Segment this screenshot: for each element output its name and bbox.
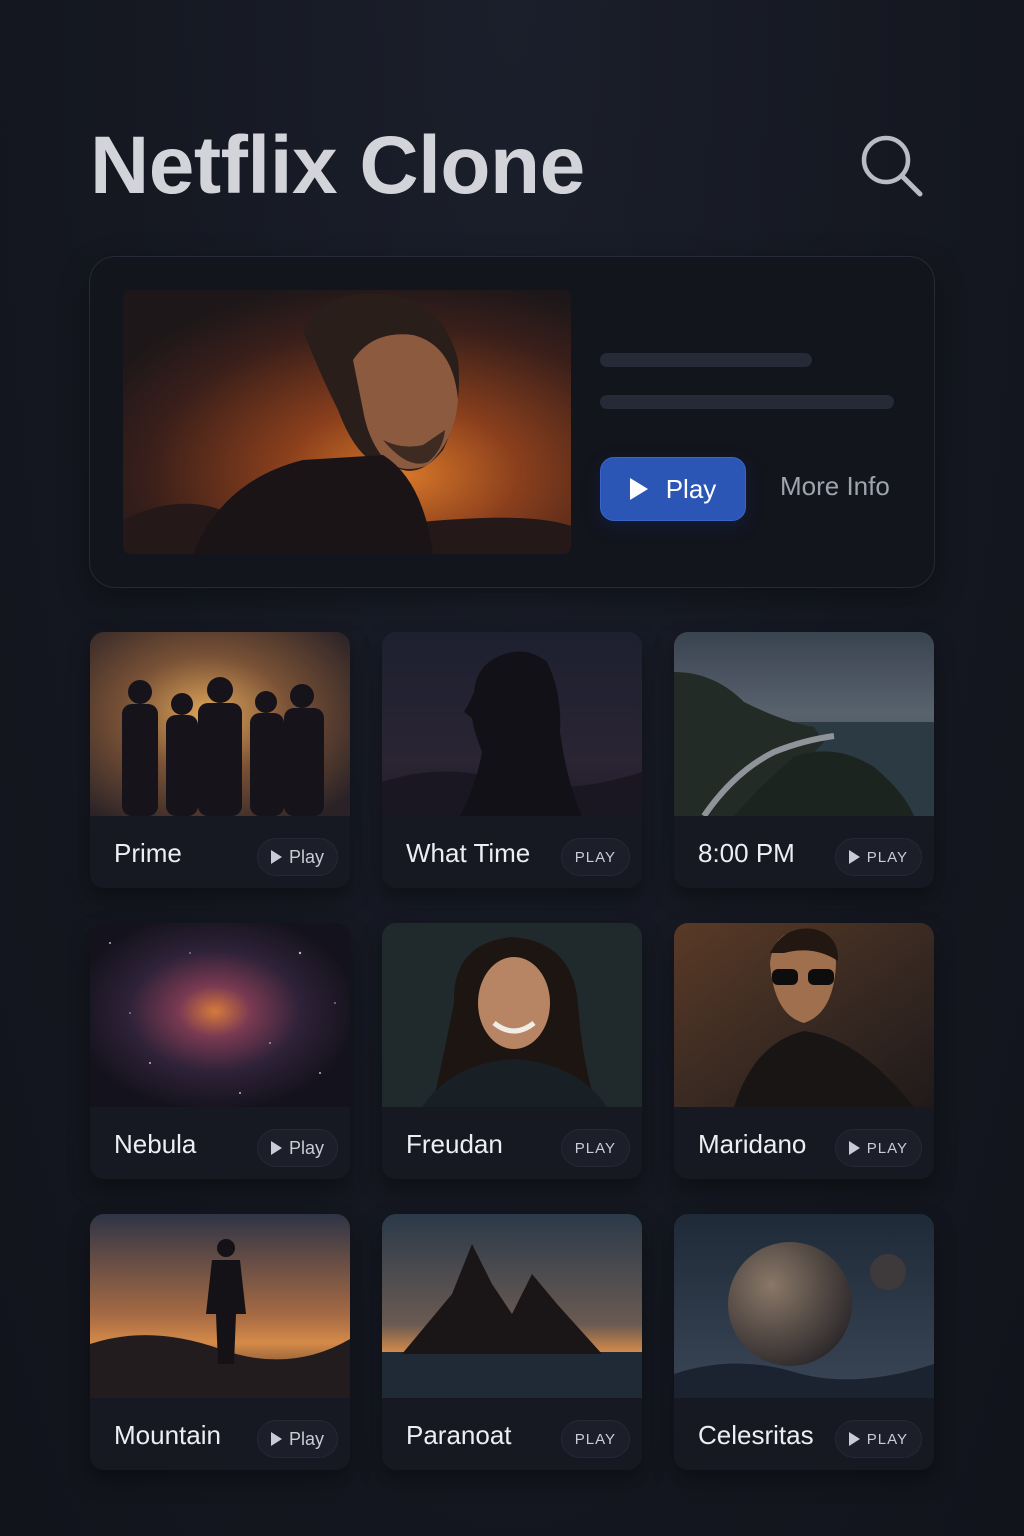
card-play-button[interactable]: Play xyxy=(256,838,338,876)
card-play-label: Play xyxy=(288,1428,324,1449)
app-title: Netflix Clone xyxy=(90,120,585,211)
card-title: Celesritas xyxy=(698,1420,814,1450)
title-card[interactable]: 8:00 PM PLAY xyxy=(674,632,934,888)
thumbnail xyxy=(382,632,642,816)
search-icon xyxy=(861,135,923,197)
search-button[interactable] xyxy=(858,132,926,200)
play-icon xyxy=(270,1141,282,1155)
card-title: 8:00 PM xyxy=(698,838,795,868)
title-card[interactable]: Maridano PLAY xyxy=(674,923,934,1179)
card-title: Nebula xyxy=(114,1129,197,1159)
card-play-button[interactable]: Play xyxy=(256,1129,338,1167)
description-placeholder xyxy=(600,395,894,409)
play-icon xyxy=(270,1432,282,1446)
card-play-button[interactable]: Play xyxy=(256,1420,338,1458)
card-play-label: PLAY xyxy=(866,848,908,866)
play-icon xyxy=(848,1141,860,1155)
card-title: Maridano xyxy=(698,1129,807,1159)
featured-image[interactable] xyxy=(123,290,571,554)
play-button-label: Play xyxy=(665,473,717,504)
play-icon xyxy=(270,850,282,864)
card-title: Prime xyxy=(114,838,182,868)
more-info-link[interactable]: More Info xyxy=(780,471,890,502)
card-play-button[interactable]: PLAY xyxy=(560,1420,630,1458)
card-play-label: PLAY xyxy=(574,1139,616,1157)
title-card[interactable]: Prime Play xyxy=(90,632,350,888)
card-play-button[interactable]: PLAY xyxy=(834,1129,922,1167)
card-play-label: PLAY xyxy=(866,1139,908,1157)
card-title: What Time xyxy=(406,838,531,868)
app-page: Netflix Clone Play More Info Prime Play … xyxy=(0,0,1024,1536)
play-icon xyxy=(848,1432,860,1446)
card-play-label: PLAY xyxy=(574,1430,616,1448)
thumbnail xyxy=(90,632,350,816)
thumbnail xyxy=(382,923,642,1107)
play-icon xyxy=(629,478,648,500)
play-icon xyxy=(848,850,860,864)
header: Netflix Clone xyxy=(90,118,926,214)
card-play-label: Play xyxy=(288,1137,324,1158)
title-card[interactable]: Mountain Play xyxy=(90,1214,350,1470)
thumbnail xyxy=(90,1214,350,1398)
card-title: Paranoat xyxy=(406,1420,512,1450)
card-play-button[interactable]: PLAY xyxy=(560,1129,630,1167)
thumbnail xyxy=(674,923,934,1107)
card-play-button[interactable]: PLAY xyxy=(834,1420,922,1458)
title-card[interactable]: Paranoat PLAY xyxy=(382,1214,642,1470)
card-play-button[interactable]: PLAY xyxy=(560,838,630,876)
card-play-label: Play xyxy=(288,846,324,867)
thumbnail xyxy=(90,923,350,1107)
card-title: Mountain xyxy=(114,1420,221,1450)
title-card[interactable]: What Time PLAY xyxy=(382,632,642,888)
card-title: Freudan xyxy=(406,1129,503,1159)
card-play-label: PLAY xyxy=(574,848,616,866)
title-card[interactable]: Celesritas PLAY xyxy=(674,1214,934,1470)
card-play-label: PLAY xyxy=(866,1430,908,1448)
play-button[interactable]: Play xyxy=(600,457,746,521)
title-card[interactable]: Freudan PLAY xyxy=(382,923,642,1179)
featured-card: Play More Info xyxy=(89,256,935,588)
thumbnail xyxy=(382,1214,642,1398)
title-placeholder xyxy=(600,353,812,367)
card-play-button[interactable]: PLAY xyxy=(834,838,922,876)
thumbnail xyxy=(674,632,934,816)
thumbnail xyxy=(674,1214,934,1398)
title-card[interactable]: Nebula Play xyxy=(90,923,350,1179)
